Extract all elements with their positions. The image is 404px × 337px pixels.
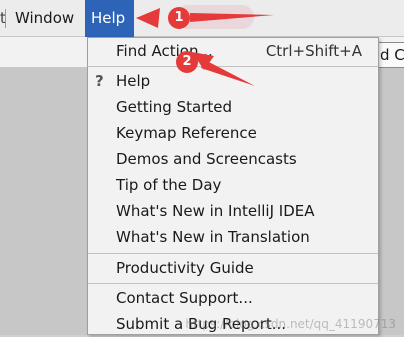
step-badge-2: 2 xyxy=(176,51,198,73)
watermark: https://blog.csdn.net/qq_41190713 xyxy=(185,317,396,331)
arrow-1-head xyxy=(136,8,160,28)
annotation-arrows xyxy=(136,8,274,86)
step-badge-1: 1 xyxy=(168,7,190,29)
arrow-1-shaft xyxy=(190,13,274,22)
arrow-2-shaft xyxy=(201,60,255,86)
